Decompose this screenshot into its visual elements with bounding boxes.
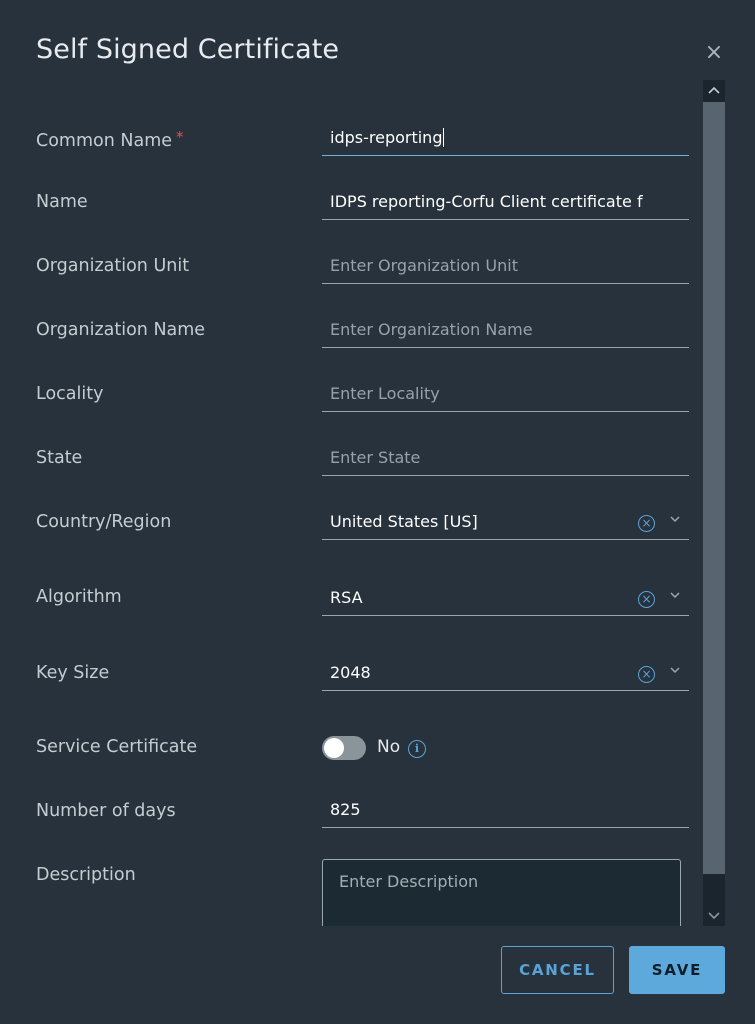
common-name-label-text: Common Name	[36, 131, 173, 151]
algorithm-label: Algorithm	[36, 587, 122, 607]
organization-unit-placeholder: Enter Organization Unit	[330, 256, 518, 275]
description-placeholder: Enter Description	[339, 872, 479, 891]
text-cursor	[443, 128, 445, 147]
description-label: Description	[36, 865, 136, 885]
scroll-up-arrow-icon[interactable]	[703, 80, 725, 100]
vertical-scrollbar[interactable]	[703, 80, 725, 926]
clear-circle-icon[interactable]: ×	[638, 515, 655, 532]
info-icon[interactable]: i	[408, 740, 426, 758]
country-region-select[interactable]: United States [US] ×	[322, 504, 689, 540]
close-icon[interactable]: ×	[704, 40, 724, 66]
dialog-title: Self Signed Certificate	[36, 34, 340, 65]
chevron-down-icon[interactable]	[668, 512, 682, 526]
locality-field[interactable]: Enter Locality	[322, 376, 689, 412]
key-size-value: 2048	[330, 663, 371, 682]
self-signed-certificate-dialog: Self Signed Certificate × Common Name * i…	[0, 0, 755, 1024]
number-of-days-label: Number of days	[36, 801, 176, 821]
description-textarea[interactable]: Enter Description	[322, 859, 681, 926]
service-certificate-label: Service Certificate	[36, 737, 198, 757]
scrollbar-thumb[interactable]	[703, 102, 725, 874]
state-label: State	[36, 448, 83, 468]
name-value: IDPS reporting-Corfu Client certificate …	[330, 192, 643, 211]
chevron-down-icon[interactable]	[668, 588, 682, 602]
chevron-down-icon[interactable]	[668, 663, 682, 677]
required-indicator: *	[176, 128, 184, 146]
country-region-label: Country/Region	[36, 512, 172, 532]
clear-circle-icon[interactable]: ×	[638, 591, 655, 608]
cancel-button[interactable]: CANCEL	[501, 946, 614, 994]
number-of-days-value: 825	[330, 800, 361, 819]
state-placeholder: Enter State	[330, 448, 421, 467]
key-size-label: Key Size	[36, 663, 110, 683]
key-size-select[interactable]: 2048 ×	[322, 655, 689, 691]
save-button[interactable]: SAVE	[629, 946, 725, 994]
state-field[interactable]: Enter State	[322, 440, 689, 476]
common-name-value-wrap: idps-reporting	[330, 128, 670, 147]
common-name-label: Common Name *	[36, 128, 184, 151]
algorithm-value: RSA	[330, 588, 363, 607]
service-certificate-toggle[interactable]	[322, 736, 366, 760]
common-name-field[interactable]: idps-reporting	[322, 120, 689, 156]
organization-unit-label: Organization Unit	[36, 256, 190, 276]
scroll-down-arrow-icon[interactable]	[703, 906, 725, 926]
number-of-days-field[interactable]: 825	[322, 792, 689, 828]
locality-placeholder: Enter Locality	[330, 384, 440, 403]
name-label: Name	[36, 192, 88, 212]
service-certificate-state: No	[377, 737, 401, 757]
dialog-body[interactable]: Common Name * idps-reporting Name IDPS re…	[0, 80, 700, 926]
algorithm-select[interactable]: RSA ×	[322, 580, 689, 616]
locality-label: Locality	[36, 384, 104, 404]
country-region-value: United States [US]	[330, 512, 478, 531]
name-field[interactable]: IDPS reporting-Corfu Client certificate …	[322, 184, 689, 220]
toggle-knob	[324, 738, 344, 758]
common-name-value: idps-reporting	[330, 128, 443, 147]
organization-name-placeholder: Enter Organization Name	[330, 320, 533, 339]
organization-name-label: Organization Name	[36, 320, 206, 340]
organization-name-field[interactable]: Enter Organization Name	[322, 312, 689, 348]
organization-unit-field[interactable]: Enter Organization Unit	[322, 248, 689, 284]
clear-circle-icon[interactable]: ×	[638, 666, 655, 683]
